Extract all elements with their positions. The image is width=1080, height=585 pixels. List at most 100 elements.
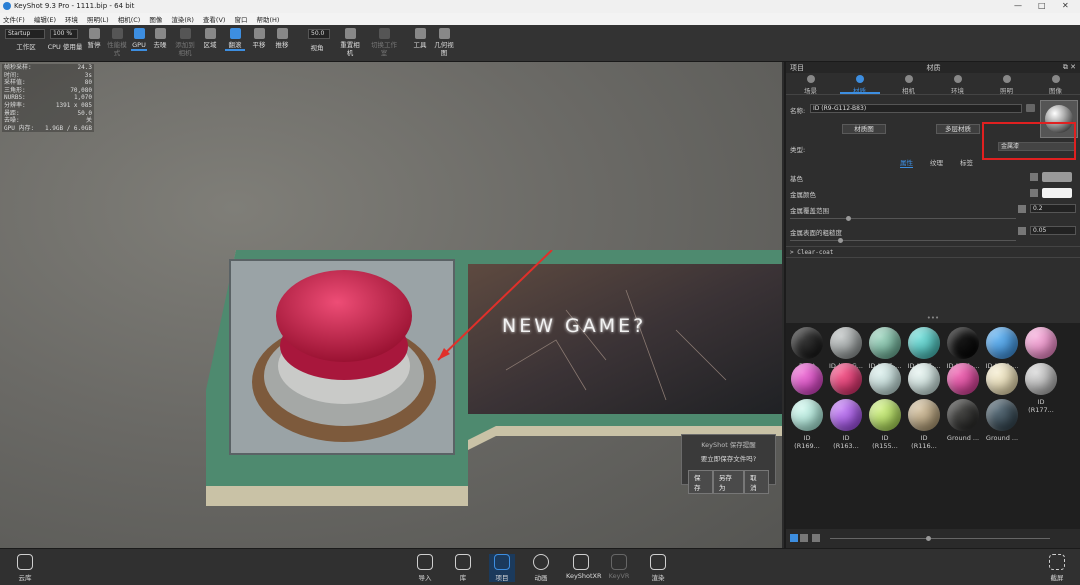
material-thumbnail[interactable]: ID (R163... [829,399,863,450]
clear-coat-section[interactable]: > Clear-coat [786,246,1080,258]
maximize-button[interactable]: □ [1038,1,1046,10]
stat-row: 采样值: 80 [4,79,92,87]
keyshotxr-button[interactable]: KeyShotXR [566,554,602,580]
sort-icon[interactable] [812,534,820,542]
vr-icon [611,554,627,570]
metal-coverage-input[interactable]: 0.2 [1030,204,1076,213]
material-thumbnail[interactable]: Ground ... [985,399,1019,442]
prop-metal-coverage-label: 金属覆盖范围 [790,207,829,215]
gpu-button[interactable]: GPU [131,27,147,51]
import-icon [417,554,433,570]
tab-camera[interactable]: 相机 [889,75,929,95]
grid-view-icon[interactable] [800,534,808,542]
animation-button[interactable]: 动画 [528,554,554,582]
save-button[interactable]: 保存 [688,470,713,494]
menu-view[interactable]: 查看(V) [203,14,226,24]
tab-lighting[interactable]: 照明 [987,75,1027,95]
tab-scene[interactable]: 场景 [791,75,831,95]
minimize-button[interactable]: — [1014,1,1022,10]
material-thumbnail[interactable]: ID (R169... [790,399,824,450]
thumbnail-size-slider[interactable] [830,538,1050,539]
menu-file[interactable]: 文件(F) [3,14,25,24]
material-thumbnail[interactable]: ID (R177... [1024,363,1058,414]
material-thumbnail[interactable]: ID (R116... [907,399,941,450]
screenshot-button[interactable]: 截屏 [1044,554,1070,582]
subtab-textures[interactable]: 纹理 [930,157,943,167]
metal-color-swatch[interactable] [1042,188,1072,198]
switch-studio-button[interactable]: 切换工作室 [370,27,398,57]
cloud-library-button[interactable]: 云库 [12,554,38,582]
subtab-properties[interactable]: 属性 [900,157,913,168]
subtab-labels[interactable]: 标签 [960,157,973,167]
dolly-button[interactable]: 推移 [272,27,292,49]
material-ball [791,399,823,431]
menu-environment[interactable]: 环境 [65,14,78,24]
metal-coverage-slider[interactable] [790,218,1016,219]
geometry-view-button[interactable]: 几何视图 [433,27,455,57]
save-material-icon[interactable] [1026,104,1035,112]
material-name: Ground ... [946,434,980,442]
splitter-handle[interactable]: ••• [786,314,1080,322]
metal-coverage-knob[interactable] [846,216,851,221]
workspace-select[interactable]: Startup [5,29,45,39]
texture-map-icon[interactable] [1030,189,1038,197]
menu-bar: 文件(F) 编辑(E) 环境 照明(L) 相机(C) 图像 渲染(R) 查看(V… [0,13,1080,25]
material-ball [947,399,979,431]
render-viewport[interactable]: 帧秒采样: 24.3 时间: 3s 采样值: 80 三角形: 70,080 NURBS:… [0,62,782,548]
material-name-input[interactable]: ID (R9-G112-B83) [810,104,1022,113]
performance-mode-button[interactable]: 性能模式 [106,27,128,57]
stat-row: 三角形: 70,080 [4,86,92,94]
texture-map-icon[interactable] [1018,227,1026,235]
fov-input[interactable]: 50.0 [308,29,330,39]
material-ball [830,327,862,359]
menu-window[interactable]: 窗口 [234,14,247,24]
base-color-swatch[interactable] [1042,172,1072,182]
workspace-button[interactable]: 工作区 [10,43,42,51]
library-button[interactable]: 库 [450,554,476,582]
tumble-button[interactable]: 翻滚 [225,27,245,51]
add-to-camera-button[interactable]: 添加到相机 [173,27,197,57]
roughness-slider[interactable] [790,240,1016,241]
close-button[interactable]: ✕ [1062,1,1069,10]
cancel-button[interactable]: 取消 [744,470,769,494]
tumble-icon [229,28,241,39]
roughness-knob[interactable] [838,238,843,243]
project-button[interactable]: 项目 [489,554,515,582]
fov-label: 视角 [310,44,324,52]
cpu-usage-button[interactable]: CPU 使用量 [46,43,84,51]
zoom-select[interactable]: 100 % [50,29,78,39]
multi-material-button[interactable]: 多层材质 [936,124,980,134]
reset-camera-button[interactable]: 重置相机 [338,27,362,57]
material-graph-button[interactable]: 材质图 [842,124,886,134]
import-button[interactable]: 导入 [412,554,438,582]
menu-lighting[interactable]: 照明(L) [87,14,109,24]
cube-icon [573,554,589,570]
menu-image[interactable]: 图像 [149,14,162,24]
material-thumbnail[interactable]: Ground ... [946,399,980,442]
pan-button[interactable]: 平移 [249,27,269,49]
menu-help[interactable]: 帮助(H) [256,14,279,24]
render-icon [650,554,666,570]
tools-button[interactable]: 工具 [410,27,430,49]
material-ball [986,327,1018,359]
tab-environment[interactable]: 环境 [938,75,978,95]
menu-render[interactable]: 渲染(R) [171,14,194,24]
list-view-icon[interactable] [790,534,798,542]
thumbnail-size-knob[interactable] [926,536,931,541]
texture-map-icon[interactable] [1030,173,1038,181]
keyvr-button[interactable]: KeyVR [606,554,632,580]
tab-image[interactable]: 图像 [1036,75,1076,95]
material-ball [869,327,901,359]
texture-map-icon[interactable] [1018,205,1026,213]
roughness-input[interactable]: 0.05 [1030,226,1076,235]
menu-camera[interactable]: 相机(C) [118,14,141,24]
save-as-button[interactable]: 另存为 [712,470,745,494]
region-button[interactable]: 区域 [200,27,220,49]
pause-button[interactable]: 暂停 [85,27,103,49]
panel-window-controls[interactable]: ⧉ ✕ [1063,63,1076,72]
menu-edit[interactable]: 编辑(E) [34,14,56,24]
tab-material[interactable]: 材质 [839,75,880,95]
render-button[interactable]: 渲染 [645,554,671,582]
denoise-button[interactable]: 去噪 [150,27,170,49]
material-thumbnail[interactable]: ID (R155... [868,399,902,450]
